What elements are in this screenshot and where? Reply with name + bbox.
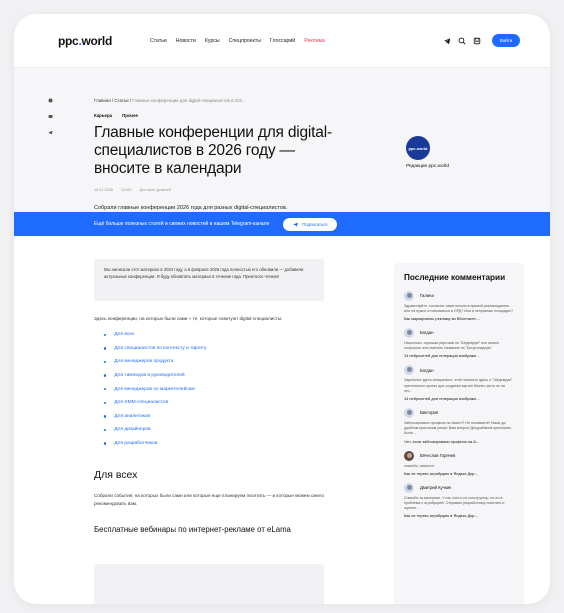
share-bar [48, 98, 53, 135]
toc-item[interactable]: Для менеджеров по маркетплейсам [104, 382, 206, 396]
toc-item[interactable]: Для всех [104, 328, 206, 342]
comment-article-link[interactable]: 14 нейросетей для генерации изображе... [404, 396, 514, 401]
login-button[interactable]: Войти [492, 34, 520, 47]
breadcrumb-section[interactable]: Статьи [114, 98, 128, 103]
site-header: ppc.world Статьи Новости Курсы Спецпроек… [14, 14, 550, 68]
user-avatar-icon [404, 365, 414, 376]
comment-article-link[interactable]: 14 нейросетей для генерации изображе... [404, 353, 514, 358]
section-heading: Для всех [94, 469, 138, 481]
difficulty-level: Для всех уровней [139, 188, 171, 192]
media-placeholder[interactable] [94, 564, 324, 604]
comment-author: Виктория [420, 410, 439, 416]
comment-article-link[interactable]: Как не терять атрибуцию в Яндекс Дир... [404, 471, 514, 476]
comment-article-link[interactable]: Что, если заблокировали профиль на А... [404, 439, 514, 444]
comment-article-link[interactable]: Как маркировать рекламу во ВКонтакте:... [404, 316, 514, 321]
search-icon[interactable] [458, 37, 466, 45]
subscribe-button-label: Подписаться [302, 221, 328, 227]
telegram-icon [293, 222, 299, 227]
article-tags: Карьера Прочее [94, 113, 138, 118]
table-of-contents: Для всех Для специалистов по контексту и… [104, 328, 206, 450]
logo-tail: world [81, 33, 112, 48]
comment-item[interactable]: Виктория Заблокировано профиль на Авито?… [404, 407, 514, 444]
main-nav: Статьи Новости Курсы Спецпроекты Глоссар… [150, 38, 325, 44]
update-notice: Мы написали этот материал в 2024 году, а… [94, 259, 324, 301]
article-meta: 15.01.2026 12160 Для всех уровней [94, 188, 171, 192]
user-avatar-icon [404, 450, 414, 461]
nav-item-glossary[interactable]: Глоссарий [270, 38, 295, 44]
telegram-icon[interactable] [443, 37, 451, 45]
nav-item-articles[interactable]: Статьи [150, 38, 167, 44]
comment-author: Галина [420, 293, 434, 298]
comment-item[interactable]: Богдан Насколько, хорошая рирсчаск по "Ш… [404, 327, 514, 358]
nav-item-ads[interactable]: Реклама [304, 38, 325, 44]
toc-item[interactable]: Для аналитиков [104, 410, 206, 424]
user-avatar-icon [404, 407, 414, 418]
logo-main: ppc [58, 33, 79, 48]
telegram-banner: Ещё больше полезных статей и свежих ново… [14, 212, 550, 236]
comment-item[interactable]: Галина Здравствуйте, согласна: сами нель… [404, 290, 514, 321]
sidebar-title: Последние комментарии [404, 273, 506, 282]
comment-author: Вячеслав Горячев [420, 453, 456, 459]
page-title: Главные конференции для digital-специали… [94, 124, 332, 177]
header-actions: Войти [443, 34, 520, 47]
toc-item[interactable]: Для SMM‑специалистов [104, 396, 206, 410]
toc-item[interactable]: Для тимлидов и руководителей [104, 369, 206, 383]
user-avatar-icon [404, 290, 414, 301]
site-logo[interactable]: ppc.world [58, 34, 112, 48]
publish-date: 15.01.2026 [94, 188, 114, 192]
ok-icon[interactable] [48, 114, 53, 119]
telegram-banner-text: Ещё больше полезных статей и свежих ново… [94, 221, 270, 227]
user-avatar-icon [404, 327, 414, 338]
recent-comments-sidebar: Последние комментарии Галина Здравствуйт… [394, 263, 524, 604]
article-lead: Собрали главные конференции 2026 года дл… [94, 205, 288, 211]
comment-text: Спасибо за материал. У нас хоть и не кон… [404, 495, 505, 511]
comment-text: спасибо, помогло! [404, 463, 435, 468]
comment-article-link[interactable]: Как не терять атрибуцию в Яндекс Дир... [404, 513, 514, 518]
toc-intro: Здесь конференции, на которых были сами … [94, 316, 283, 321]
page-card: ppc.world Статьи Новости Курсы Спецпроек… [14, 14, 550, 604]
toc-item[interactable]: Для дизайнеров [104, 423, 206, 437]
section-paragraph: Собрали события, на которых были сами ил… [94, 493, 325, 506]
breadcrumb: Главная / Статьи / Главные конференции д… [94, 98, 246, 103]
author-avatar: ppc.world [406, 136, 430, 160]
comment-text: Насколько, хорошая рирсчаск по "Шедеврум… [404, 340, 499, 351]
comment-item[interactable]: Дмитрий Кучкин Спасибо за материал. У на… [404, 482, 514, 518]
telegram-icon[interactable] [48, 130, 53, 135]
nav-item-special[interactable]: Спецпроекты [229, 38, 261, 44]
nav-item-courses[interactable]: Курсы [205, 38, 220, 44]
subsection-heading: Бесплатные вебинары по интернет‑рекламе … [94, 525, 291, 534]
comment-text: Здравствуйте, согласна: сами нельзя в пр… [404, 303, 513, 313]
nav-item-news[interactable]: Новости [176, 38, 196, 44]
user-avatar-icon [404, 482, 414, 493]
bookmark-icon[interactable] [473, 37, 481, 45]
subscribe-button[interactable]: Подписаться [283, 217, 338, 231]
toc-item[interactable]: Для специалистов по контексту и таргету [104, 342, 206, 356]
comment-item[interactable]: Богдан Зарегался здесь специально, этой … [404, 365, 514, 401]
author-name: Редакция ppc.world [406, 164, 450, 169]
vk-icon[interactable] [48, 98, 53, 103]
breadcrumb-home[interactable]: Главная [94, 98, 111, 103]
toc-item[interactable]: Для разработчиков [104, 437, 206, 451]
comment-text: Зарегался здесь специально, этой написат… [404, 378, 513, 393]
comment-item[interactable]: Вячеслав Горячев спасибо, помогло! Как н… [404, 450, 514, 476]
author-block[interactable]: ppc.world Редакция ppc.world [406, 136, 449, 169]
view-count: 12160 [121, 188, 132, 192]
comment-author: Богдан [420, 367, 434, 373]
toc-item[interactable]: Для менеджеров продукта [104, 355, 206, 369]
breadcrumb-current: Главные конференции для digital-специали… [132, 98, 246, 103]
comment-text: Заблокировано профиль на Авито?! Не пони… [404, 420, 512, 436]
comment-author: Дмитрий Кучкин [420, 485, 452, 491]
tag-other[interactable]: Прочее [122, 113, 138, 118]
article-hero: Главная / Статьи / Главные конференции д… [14, 68, 550, 218]
comment-author: Богдан [420, 330, 434, 336]
tag-career[interactable]: Карьера [94, 113, 112, 118]
